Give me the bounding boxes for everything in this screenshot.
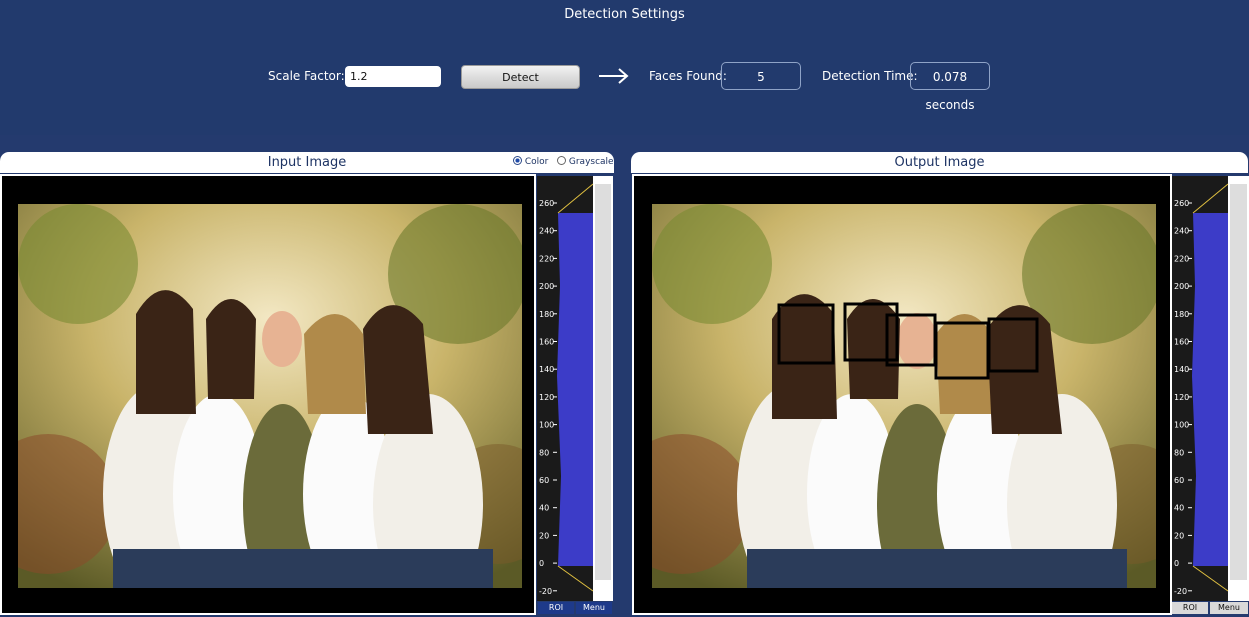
faces-found-label: Faces Found: (649, 69, 727, 83)
input-histogram: 260 240 220 200 180 160 140 120 100 80 60 40 20 0 -20 (537, 176, 613, 601)
output-image-frame (632, 174, 1172, 615)
histogram-tick-label: 160 (1174, 338, 1189, 347)
color-option-label: Color (524, 157, 549, 167)
histogram-tick-label: 0 (539, 559, 544, 568)
histogram-tick-label: 140 (1174, 365, 1189, 374)
input-roi-button[interactable]: ROI (538, 602, 574, 614)
histogram-tick-label: 0 (1174, 559, 1179, 568)
histogram-tick-label: 220 (539, 254, 554, 263)
histogram-tick-label: -20 (1174, 587, 1187, 596)
histogram-tick-label: 260 (1174, 199, 1189, 208)
histogram-tick-label: 20 (1174, 531, 1184, 540)
input-image-frame (0, 174, 536, 615)
histogram-tick-label: 80 (1174, 448, 1184, 457)
output-histogram: 260 240 220 200 180 160 140 120 100 80 60 40 20 0 -20 (1172, 176, 1249, 601)
radio-unselected-icon (557, 156, 566, 165)
output-photo (652, 204, 1156, 588)
histogram-tick-label: 60 (539, 476, 549, 485)
input-histogram-chart: 260240220200180160140120100806040200-20 (537, 176, 611, 601)
histogram-tick-label: 100 (1174, 421, 1189, 430)
histogram-tick-label: 120 (539, 393, 554, 402)
scale-factor-input[interactable]: 1.2 (345, 66, 441, 87)
detect-button[interactable]: Detect (461, 65, 580, 89)
histogram-tick-label: 200 (539, 282, 554, 291)
histogram-tick-label: 220 (1174, 254, 1189, 263)
histogram-tick-label: 100 (539, 421, 554, 430)
grayscale-mode-radio[interactable]: Grayscale (557, 152, 614, 173)
arrow-right-icon (599, 68, 629, 84)
detection-time-value: 0.078 seconds (910, 62, 990, 112)
faces-found-value: 5 (721, 62, 801, 90)
histogram-tick-label: 180 (1174, 310, 1189, 319)
output-menu-button[interactable]: Menu (1210, 602, 1248, 614)
radio-selected-icon (513, 156, 522, 165)
input-image-title: Input Image (267, 155, 347, 170)
page-title: Detection Settings (564, 7, 685, 22)
grayscale-option-label: Grayscale (568, 157, 614, 167)
histogram-tick-label: 240 (539, 227, 554, 236)
output-roi-button[interactable]: ROI (1172, 602, 1208, 614)
histogram-tick-label: 20 (539, 531, 549, 540)
histogram-tick-label: 40 (539, 504, 549, 513)
color-mode-radio[interactable]: Color (513, 152, 548, 173)
scale-factor-label: Scale Factor: (268, 69, 345, 83)
output-image-title: Output Image (894, 155, 985, 170)
detection-time-label: Detection Time: (822, 69, 918, 83)
histogram-tick-label: 180 (539, 310, 554, 319)
histogram-tick-label: 80 (539, 448, 549, 457)
histogram-tick-label: 120 (1174, 393, 1189, 402)
histogram-tick-label: 260 (539, 199, 554, 208)
output-histogram-chart: 260240220200180160140120100806040200-20 (1172, 176, 1247, 601)
histogram-tick-label: -20 (539, 587, 552, 596)
histogram-tick-label: 40 (1174, 504, 1184, 513)
input-menu-button[interactable]: Menu (576, 602, 612, 614)
histogram-tick-label: 160 (539, 338, 554, 347)
histogram-tick-label: 60 (1174, 476, 1184, 485)
histogram-tick-label: 200 (1174, 282, 1189, 291)
output-panel-header: Output Image (631, 152, 1248, 173)
input-photo (18, 204, 522, 588)
histogram-tick-label: 240 (1174, 227, 1189, 236)
histogram-tick-label: 140 (539, 365, 554, 374)
